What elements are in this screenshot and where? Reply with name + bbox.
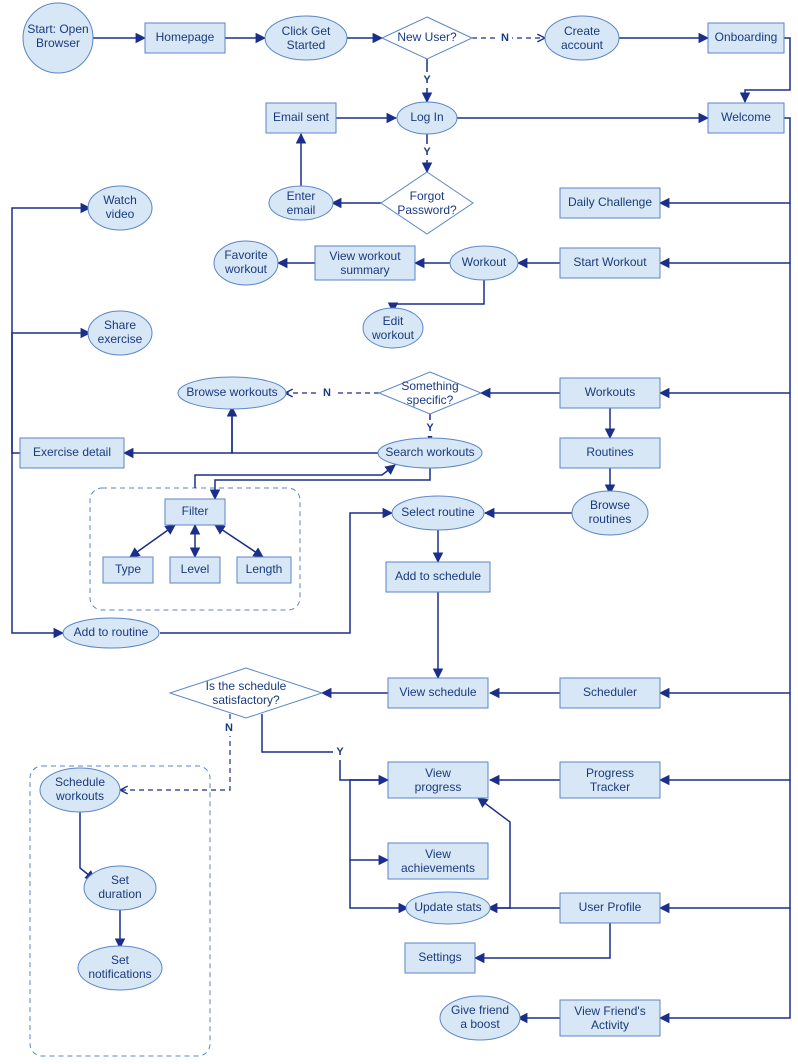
text-browse-routines-l2: routines [589,512,632,526]
text-viewprog-l1: View [425,766,451,780]
text-share-l2: exercise [98,332,143,346]
text-workouts: Workouts [585,385,635,399]
edge-userprofile-settings [475,923,610,958]
text-viewach-l1: View [425,847,451,861]
edge-welcome-friendsactivity [660,908,790,1018]
text-filter: Filter [182,504,209,518]
text-click-get-started: Click GetStarted [282,24,331,52]
text-forgot-l2: Password? [397,203,457,217]
text-workout: Workout [462,255,507,269]
text-share-l1: Share [104,318,136,332]
label-n-1: N [501,32,509,44]
text-type: Type [115,562,141,576]
text-summary-l2: summary [340,263,389,277]
text-watch-l1: Watch [103,193,137,207]
text-daily-challenge: Daily Challenge [568,195,652,209]
text-start-workout: Start Workout [573,255,647,269]
text-welcome: Welcome [721,110,771,124]
text-boost-l2: a boost [460,1017,500,1031]
label-n-3: N [225,722,233,734]
edge-workout-editworkout [393,280,484,312]
text-viewach-l2: achievements [401,861,475,875]
text-boost-l1: Give friend [451,1003,509,1017]
text-start: Start: OpenBrowser [27,22,88,50]
edge-welcome-userprofile [660,780,790,908]
text-onboarding: Onboarding [715,30,778,44]
text-user-profile: User Profile [579,900,642,914]
text-setdur-l1: Set [111,873,130,887]
text-new-user: New User? [397,30,457,44]
edge-welcome-startworkout [660,203,790,263]
text-setnotif-l2: notifications [88,967,151,981]
edge-browse-exercisedetail [124,407,232,453]
edge-schedwk-setdur [80,812,95,880]
text-browse-routines-l1: Browse [590,498,630,512]
text-schedwk-l1: Schedule [55,775,105,789]
edge-search-browse [232,407,380,453]
text-summary-l1: View workout [329,249,401,263]
text-specific-l2: specific? [407,393,454,407]
text-email-sent: Email sent [273,110,330,124]
edge-sat-scheduleworkouts [120,714,230,790]
text-favorite-l2: workout [224,262,268,276]
text-friends-l2: Activity [591,1018,629,1032]
edge-exdetail-share [12,333,90,453]
edge-search-filter [215,466,430,499]
text-forgot-l1: Forgot [410,189,445,203]
label-y-3: Y [426,422,434,434]
text-create-account: Createaccount [561,24,604,52]
text-edit-l2: workout [371,328,415,342]
text-search-workouts: Search workouts [385,445,474,459]
text-view-schedule: View schedule [399,685,476,699]
text-log-in: Log In [410,110,443,124]
text-progtracker-l1: Progress [586,766,634,780]
text-friends-l1: View Friend's [574,1004,645,1018]
text-specific-l1: Something [401,379,458,393]
edge-welcome-scheduler [660,393,790,693]
text-viewprog-l2: progress [415,780,462,794]
text-update-stats: Update stats [414,900,481,914]
edge-filter-length [215,525,263,557]
edge-filter-search [195,465,395,488]
text-homepage: Homepage [156,30,215,44]
edge-welcome-workouts [660,263,790,393]
text-routines: Routines [586,445,633,459]
edge-sat-viewprogress [262,714,388,780]
text-scheduler: Scheduler [583,685,637,699]
text-add-to-routine: Add to routine [74,625,149,639]
text-edit-l1: Edit [383,314,404,328]
edge-viewprog-viewach [350,780,388,860]
text-sat-l2: satisfactory? [212,693,280,707]
text-progtracker-l2: Tracker [590,780,630,794]
edge-exdetail-addroutine [12,453,63,633]
edge-filter-type [130,525,175,557]
text-browse-workouts: Browse workouts [186,385,277,399]
text-settings: Settings [418,950,461,964]
text-enter-email: Enteremail [287,189,316,217]
text-setnotif-l1: Set [111,953,130,967]
flowchart-diagram: N Y Y N Y N Y Start: OpenBrowser Homepag… [0,0,798,1064]
edge-exdetail-watch [12,208,90,453]
text-length: Length [246,562,283,576]
text-setdur-l2: duration [98,887,141,901]
text-level: Level [181,562,210,576]
text-select-routine: Select routine [401,505,475,519]
label-y-2: Y [423,146,431,158]
label-n-2: N [323,387,331,399]
edge-welcome-progresstracker [660,693,790,780]
text-watch-l2: video [106,207,135,221]
text-schedwk-l2: workouts [55,789,104,803]
text-exercise-detail: Exercise detail [33,445,111,459]
label-y-4: Y [336,746,344,758]
text-favorite-l1: Favorite [224,248,268,262]
text-add-to-schedule: Add to schedule [395,569,481,583]
label-y-1: Y [423,74,431,86]
text-sat-l1: Is the schedule [206,679,287,693]
